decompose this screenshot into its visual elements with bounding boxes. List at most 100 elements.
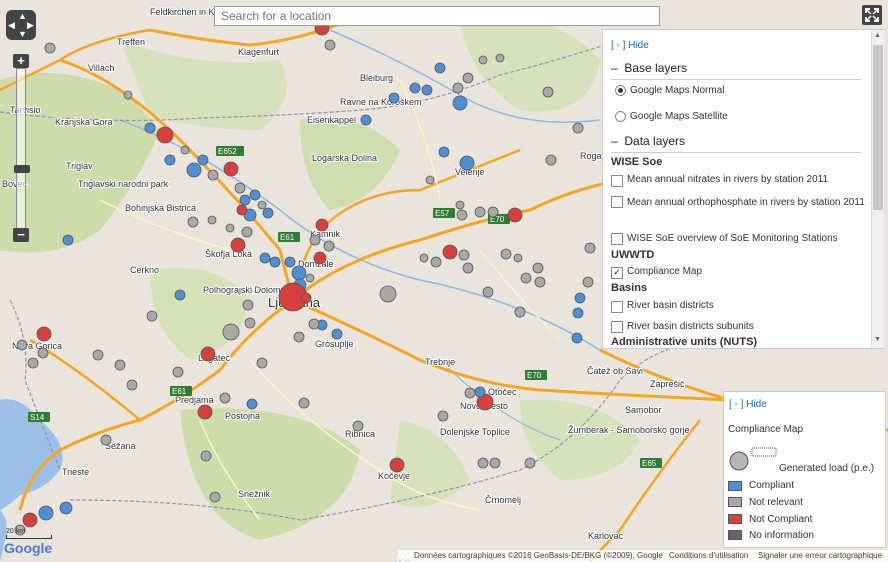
station-marker-compliant[interactable] (434, 62, 446, 74)
fullscreen-button[interactable] (862, 5, 882, 25)
station-marker-compliant[interactable] (572, 307, 584, 319)
station-marker-not-relevant[interactable] (219, 392, 231, 404)
station-marker-not-relevant[interactable] (244, 317, 256, 329)
station-marker-not-relevant[interactable] (180, 145, 190, 155)
station-marker-not-relevant[interactable] (584, 242, 596, 254)
station-marker-not-relevant[interactable] (242, 299, 254, 311)
station-marker-compliant[interactable] (459, 155, 475, 171)
station-marker-not-compliant[interactable] (300, 292, 312, 304)
station-marker-not-relevant[interactable] (293, 331, 305, 343)
station-marker-compliant[interactable] (246, 398, 258, 410)
station-marker-not-relevant[interactable] (419, 253, 429, 263)
station-marker-not-relevant[interactable] (513, 253, 523, 263)
station-marker-not-relevant[interactable] (323, 240, 335, 252)
legend-hide-link[interactable]: [ - ] Hide (729, 399, 767, 410)
station-marker-not-relevant[interactable] (207, 169, 219, 181)
station-marker-not-relevant[interactable] (126, 379, 138, 391)
station-marker-not-relevant[interactable] (44, 42, 56, 54)
station-marker-compliant[interactable] (438, 146, 450, 158)
report-error-link[interactable]: Signaler une erreur cartographique (758, 550, 882, 562)
station-marker-not-relevant[interactable] (458, 249, 470, 261)
pan-control[interactable]: ▲ ▼ ◀ ▶ (6, 10, 36, 40)
checkbox-nitrates[interactable] (611, 175, 623, 187)
station-marker-not-compliant[interactable] (156, 126, 174, 144)
station-marker-not-relevant[interactable] (545, 154, 557, 166)
station-marker-not-relevant[interactable] (430, 256, 442, 268)
station-marker-not-relevant[interactable] (482, 286, 494, 298)
station-marker-not-relevant[interactable] (455, 200, 465, 210)
station-marker-compliant[interactable] (144, 122, 156, 134)
station-marker-not-relevant[interactable] (241, 226, 253, 238)
layers-hide-link[interactable]: [ - ] Hide (611, 40, 649, 51)
station-marker-compliant[interactable] (262, 207, 274, 219)
station-marker-compliant[interactable] (174, 289, 186, 301)
station-marker-not-relevant[interactable] (487, 206, 499, 218)
station-marker-not-relevant[interactable] (225, 223, 235, 233)
station-marker-not-relevant[interactable] (572, 122, 584, 134)
checkbox-river-basin-districts[interactable] (611, 301, 623, 313)
station-marker-compliant[interactable] (259, 252, 271, 264)
zoom-slider[interactable] (14, 68, 30, 230)
station-marker-not-relevant[interactable] (305, 273, 315, 283)
station-marker-compliant[interactable] (409, 82, 421, 94)
station-marker-not-relevant[interactable] (520, 272, 532, 284)
station-marker-compliant[interactable] (239, 194, 251, 206)
station-marker-compliant[interactable] (574, 292, 586, 304)
station-marker-not-relevant[interactable] (514, 306, 526, 318)
station-marker-not-relevant[interactable] (256, 357, 268, 369)
station-marker-not-relevant[interactable] (200, 450, 212, 462)
station-marker-not-relevant[interactable] (542, 86, 554, 98)
zoom-slider-handle[interactable] (14, 165, 30, 173)
station-marker-compliant[interactable] (421, 84, 433, 96)
station-marker-compliant[interactable] (291, 265, 307, 281)
pan-left-icon[interactable]: ◀ (8, 21, 15, 30)
pan-down-icon[interactable]: ▼ (18, 30, 27, 39)
station-marker-not-compliant[interactable] (389, 457, 405, 473)
station-marker-compliant[interactable] (164, 154, 176, 166)
station-marker-not-compliant[interactable] (36, 326, 52, 342)
checkbox-river-basin-subunits[interactable] (611, 321, 623, 333)
station-marker-not-relevant[interactable] (100, 434, 112, 446)
station-marker-not-relevant[interactable] (257, 200, 267, 210)
station-marker-compliant[interactable] (249, 189, 261, 201)
station-marker-not-compliant[interactable] (230, 237, 246, 253)
station-marker-not-relevant[interactable] (379, 285, 397, 303)
base-layers-header[interactable]: – Base layers (611, 61, 687, 75)
station-marker-compliant[interactable] (269, 256, 281, 268)
google-logo[interactable]: Google (4, 540, 52, 556)
station-marker-not-relevant[interactable] (27, 357, 39, 369)
pan-right-icon[interactable]: ▶ (27, 21, 34, 30)
location-search-input[interactable] (214, 6, 660, 26)
station-marker-not-relevant[interactable] (92, 349, 104, 361)
station-marker-not-relevant[interactable] (489, 457, 501, 469)
station-marker-not-compliant[interactable] (442, 244, 458, 260)
station-marker-not-relevant[interactable] (114, 359, 126, 371)
station-marker-not-relevant[interactable] (478, 55, 488, 65)
station-marker-not-compliant[interactable] (236, 204, 248, 216)
zoom-out-button[interactable]: − (13, 228, 29, 242)
station-marker-compliant[interactable] (62, 234, 74, 246)
terms-link[interactable]: Conditions d'utilisation (669, 550, 748, 562)
station-marker-not-relevant[interactable] (352, 420, 364, 432)
checkbox-compliance-map[interactable]: ✓ (611, 267, 623, 279)
zoom-in-button[interactable]: + (13, 54, 29, 68)
station-marker-compliant[interactable] (38, 505, 54, 521)
radio-google-maps-satellite[interactable] (615, 111, 626, 122)
station-marker-not-relevant[interactable] (500, 248, 512, 260)
station-marker-not-relevant[interactable] (172, 366, 184, 378)
station-marker-not-relevant[interactable] (234, 182, 246, 194)
station-marker-not-relevant[interactable] (532, 262, 544, 274)
station-marker-not-compliant[interactable] (22, 512, 38, 528)
station-marker-not-compliant[interactable] (200, 346, 216, 362)
pan-up-icon[interactable]: ▲ (18, 12, 27, 21)
station-marker-not-relevant[interactable] (477, 457, 489, 469)
station-marker-not-relevant[interactable] (222, 323, 240, 341)
station-marker-compliant[interactable] (186, 162, 202, 178)
station-marker-not-relevant[interactable] (534, 276, 546, 288)
station-marker-not-relevant[interactable] (298, 397, 310, 409)
station-marker-not-relevant[interactable] (146, 310, 158, 322)
station-marker-not-relevant[interactable] (462, 262, 474, 274)
station-marker-not-relevant[interactable] (187, 216, 199, 228)
station-marker-not-compliant[interactable] (223, 161, 239, 177)
station-marker-not-relevant[interactable] (324, 39, 336, 51)
